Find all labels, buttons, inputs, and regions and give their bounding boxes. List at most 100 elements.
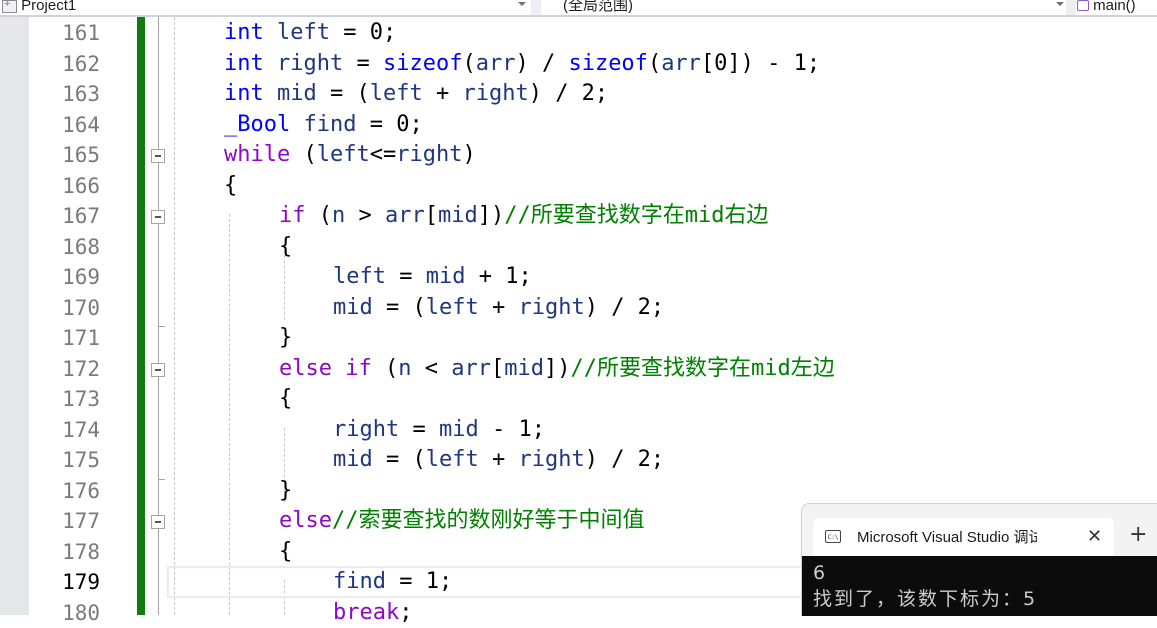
code-line: {: [279, 232, 292, 262]
code-keyword: while: [224, 142, 291, 167]
scope-dropdown[interactable]: (全局范围): [541, 0, 1066, 15]
code-identifier: arr: [661, 50, 701, 76]
code-identifier: right: [518, 447, 585, 472]
function-dropdown[interactable]: main(): [1077, 0, 1157, 15]
function-name: main(): [1093, 0, 1136, 14]
code-line: mid = (left + right) / 2;: [333, 293, 664, 323]
code-punctuation: ) / 2;: [528, 81, 609, 106]
code-punctuation: ) / 2;: [584, 447, 665, 472]
chevron-down-icon: [1056, 2, 1064, 6]
code-line: }: [279, 323, 292, 353]
chevron-down-icon: [518, 2, 526, 6]
code-identifier: mid: [438, 416, 479, 442]
code-punctuation: +: [478, 294, 519, 320]
code-punctuation: {: [279, 538, 293, 564]
console-output[interactable]: 6 找到了，该数下标为：5: [802, 556, 1157, 616]
project-dropdown[interactable]: + Project1: [2, 0, 530, 15]
code-punctuation: {: [279, 233, 293, 259]
code-identifier: left: [425, 294, 479, 320]
code-identifier: arr: [451, 355, 491, 381]
console-tab-title: Microsoft Visual Studio 调试控制台: [857, 529, 1037, 546]
code-punctuation: +: [422, 81, 463, 106]
code-line: else//索要查找的数刚好等于中间值: [279, 506, 644, 536]
code-punctuation: ]): [543, 355, 571, 381]
indent-guide: [174, 17, 175, 615]
code-punctuation: }: [279, 325, 293, 350]
code-keyword: else: [279, 508, 332, 533]
code-identifier: mid: [425, 264, 466, 289]
code-identifier: left: [316, 142, 370, 167]
divider: [531, 0, 541, 15]
code-line: {: [279, 537, 292, 567]
code-punctuation: ) / 2;: [584, 294, 665, 320]
code-keyword: break: [333, 599, 400, 625]
code-line: _Bool find = 0;: [224, 110, 423, 140]
code-line: else if (n < arr[mid])//所要查找数字在mid左边: [279, 354, 835, 384]
code-punctuation: +: [478, 447, 519, 472]
code-line: {: [279, 384, 292, 414]
code-punctuation: - 1;: [478, 416, 545, 442]
code-identifier: arr: [385, 203, 425, 228]
code-identifier: mid: [277, 81, 317, 106]
code-punctuation: ;: [399, 599, 413, 625]
code-identifier: right: [277, 50, 344, 76]
current-line-highlight: [167, 566, 809, 598]
method-cube-icon: [1077, 0, 1089, 11]
code-punctuation: = 0;: [356, 111, 423, 137]
code-punctuation: [264, 81, 277, 106]
code-punctuation: ) /: [515, 50, 569, 76]
code-punctuation: [0]) - 1;: [700, 50, 821, 76]
divider: [1066, 0, 1076, 15]
code-line: mid = (left + right) / 2;: [333, 445, 664, 475]
code-punctuation: = 0;: [329, 20, 397, 45]
code-keyword: int: [224, 20, 264, 45]
code-punctuation: ]): [477, 203, 505, 228]
code-comment: //所要查找数字在mid左边: [570, 355, 835, 381]
code-line: {: [224, 171, 237, 201]
code-keyword: if: [345, 355, 372, 381]
code-punctuation: {: [224, 172, 238, 198]
code-keyword: int: [224, 81, 264, 106]
code-identifier: right: [333, 416, 400, 442]
output-line: 找到了，该数下标为：5: [813, 588, 1038, 610]
code-punctuation: (: [305, 203, 332, 228]
code-punctuation: [: [424, 203, 438, 228]
code-punctuation: <=: [369, 142, 397, 167]
code-punctuation: {: [279, 386, 293, 411]
new-tab-button[interactable]: +: [1129, 523, 1147, 547]
code-punctuation: =: [399, 416, 439, 442]
project-icon: +: [2, 0, 17, 13]
code-line: right = mid - 1;: [333, 415, 545, 445]
code-identifier: arr: [475, 50, 516, 76]
code-comment: //所要查找数字在mid右边: [504, 203, 769, 228]
code-identifier: mid: [438, 203, 478, 228]
console-tab[interactable]: C:\ Microsoft Visual Studio 调试控制台 ✕: [813, 518, 1114, 558]
close-icon[interactable]: ✕: [1087, 526, 1102, 548]
code-identifier: right: [518, 294, 585, 320]
scope-label: (全局范围): [563, 0, 633, 14]
code-punctuation: [: [490, 355, 505, 381]
project-name: Project1: [21, 0, 77, 14]
code-keyword: if: [279, 203, 306, 228]
code-identifier: mid: [333, 447, 373, 472]
code-keyword: sizeof: [382, 50, 463, 76]
code-punctuation: = (: [372, 294, 426, 320]
code-punctuation: = (: [372, 447, 426, 472]
code-punctuation: }: [279, 477, 293, 503]
code-punctuation: (: [290, 142, 317, 167]
code-identifier: right: [462, 81, 529, 106]
code-comment: //索要查找的数刚好等于中间值: [331, 508, 645, 533]
code-punctuation: =: [385, 264, 426, 289]
code-line: left = mid + 1;: [333, 262, 532, 292]
code-punctuation: <: [411, 355, 452, 381]
code-identifier: find: [303, 111, 357, 137]
code-identifier: left: [369, 81, 423, 106]
code-punctuation: [264, 51, 277, 76]
output-line: 6: [813, 562, 828, 584]
code-line: }: [279, 476, 292, 506]
code-punctuation: (: [371, 355, 399, 381]
code-identifier: n: [332, 203, 346, 228]
navigation-bar: + Project1 (全局范围) main(): [0, 0, 1157, 17]
code-line: int right = sizeof(arr) / sizeof(arr[0])…: [224, 49, 820, 79]
terminal-icon: C:\: [825, 530, 841, 543]
